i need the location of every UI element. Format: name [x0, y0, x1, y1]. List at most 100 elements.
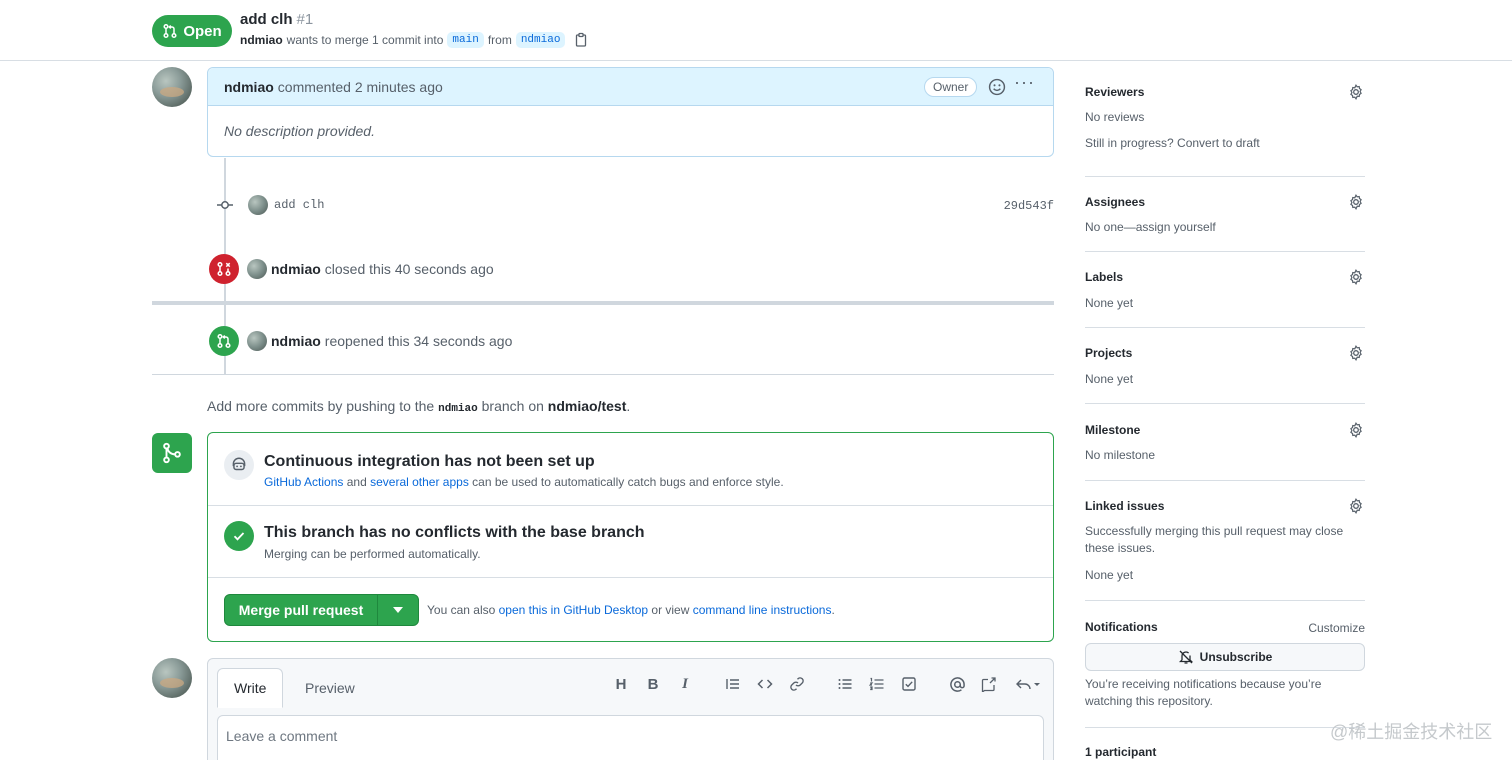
reopened-event-actor-link[interactable]: ndmiao [271, 333, 321, 349]
gear-icon[interactable] [1348, 194, 1364, 210]
link-icon[interactable] [787, 674, 807, 694]
comment-timestamp[interactable]: commented 2 minutes ago [278, 79, 443, 95]
sidebar-projects: Projects None yet [1085, 344, 1365, 404]
linked-issues-value: None yet [1085, 568, 1134, 582]
git-pull-request-icon [217, 333, 231, 349]
reviewers-title: Reviewers [1085, 85, 1145, 99]
merge-hint-prefix: You can also [427, 603, 496, 617]
git-merge-icon [152, 433, 192, 473]
gear-icon[interactable] [1348, 269, 1364, 285]
sidebar-notifications: Notifications Customize Unsubscribe You’… [1085, 618, 1365, 728]
git-commit-icon [216, 196, 234, 214]
assign-yourself-link[interactable]: No one—assign yourself [1085, 219, 1216, 236]
italic-icon[interactable]: I [675, 674, 695, 694]
commit-author-avatar[interactable] [248, 195, 268, 215]
assignees-title: Assignees [1085, 195, 1146, 209]
kebab-horizontal-icon[interactable]: ··· [1014, 72, 1035, 93]
sidebar-reviewers: Reviewers No reviews Still in progress? … [1085, 83, 1365, 177]
quote-icon[interactable] [723, 674, 743, 694]
sidebar-assignees: Assignees No one—assign yourself [1085, 193, 1365, 252]
pr-title: add clh #1 [240, 11, 313, 28]
unordered-list-icon[interactable] [835, 674, 855, 694]
push-note-suffix: . [626, 398, 631, 414]
comment-author-link[interactable]: ndmiao [224, 79, 274, 95]
unsubscribe-label: Unsubscribe [1199, 650, 1273, 664]
mention-icon[interactable] [947, 674, 967, 694]
heading-icon[interactable]: H [611, 674, 631, 694]
commit-message-link[interactable]: add clh [274, 198, 324, 212]
comment-header: ndmiao commented 2 minutes ago Owner ··· [208, 68, 1053, 106]
pr-state-badge: Open [152, 15, 232, 47]
pr-title-text: add clh [240, 11, 293, 28]
ordered-list-icon[interactable] [867, 674, 887, 694]
cross-reference-icon[interactable] [979, 674, 999, 694]
gear-icon[interactable] [1348, 422, 1364, 438]
event-actor-avatar[interactable] [247, 331, 267, 351]
convert-to-draft-link[interactable]: Still in progress? Convert to draft [1085, 135, 1260, 152]
sidebar-milestone: Milestone No milestone [1085, 421, 1365, 481]
customize-link[interactable]: Customize [1308, 620, 1365, 637]
push-note-prefix: Add more commits by pushing to the [207, 398, 435, 414]
code-icon[interactable] [755, 674, 775, 694]
merge-pull-request-button[interactable]: Merge pull request [225, 595, 378, 625]
timeline-divider [152, 301, 1054, 305]
merge-box: Continuous integration has not been set … [207, 432, 1054, 642]
milestone-value: No milestone [1085, 448, 1156, 462]
push-note-middle: branch on [481, 398, 544, 414]
smiley-icon[interactable] [988, 78, 1006, 96]
reply-icon[interactable] [1013, 674, 1043, 694]
sidebar-participants: 1 participant [1085, 744, 1365, 760]
projects-title: Projects [1085, 346, 1133, 360]
other-apps-link[interactable]: several other apps [370, 475, 469, 489]
avatar[interactable] [152, 658, 192, 698]
pr-number: #1 [296, 11, 314, 28]
projects-value: None yet [1085, 372, 1134, 386]
pr-author-link[interactable]: ndmiao [240, 33, 283, 47]
reopened-event-text: reopened this 34 seconds ago [324, 333, 513, 349]
repo-link[interactable]: ndmiao/test [548, 398, 627, 414]
push-note: Add more commits by pushing to the ndmia… [207, 398, 630, 415]
tab-preview[interactable]: Preview [289, 668, 371, 708]
closed-event-actor-link[interactable]: ndmiao [271, 261, 321, 277]
tasklist-icon[interactable] [899, 674, 919, 694]
push-note-branch: ndmiao [438, 403, 478, 415]
command-line-instructions-link[interactable]: command line instructions [693, 603, 832, 617]
sidebar-linked-issues: Linked issues Successfully merging this … [1085, 497, 1365, 601]
head-branch-tag[interactable]: ndmiao [515, 32, 566, 48]
open-in-desktop-link[interactable]: open this in GitHub Desktop [499, 603, 648, 617]
labels-title: Labels [1085, 270, 1124, 284]
closed-event-text: closed this 40 seconds ago [324, 261, 494, 277]
gear-icon[interactable] [1348, 498, 1364, 514]
merge-options-dropdown[interactable] [378, 595, 418, 625]
pr-state-label: Open [183, 22, 222, 40]
copy-icon[interactable] [573, 32, 589, 48]
sidebar-labels: Labels None yet [1085, 268, 1365, 328]
gear-icon[interactable] [1348, 345, 1364, 361]
commit-row: add clh 29d543f [216, 194, 1054, 216]
bell-slash-icon [1178, 650, 1193, 664]
closed-event-badge [209, 254, 239, 284]
github-actions-link[interactable]: GitHub Actions [264, 475, 343, 489]
notifications-title: Notifications [1085, 620, 1158, 634]
ci-subtext: GitHub Actions and several other apps ca… [264, 475, 784, 489]
commit-sha-link[interactable]: 29d543f [1004, 199, 1054, 213]
event-actor-avatar[interactable] [247, 259, 267, 279]
merge-button-group: Merge pull request [224, 594, 419, 626]
comment-composer: Write Preview H B I Leave a comment [207, 658, 1054, 760]
ci-rest-text: can be used to automatically catch bugs … [472, 475, 784, 489]
bold-icon[interactable]: B [643, 674, 663, 694]
git-pull-request-closed-icon [217, 261, 231, 277]
tab-write[interactable]: Write [217, 668, 284, 708]
unsubscribe-button[interactable]: Unsubscribe [1085, 643, 1365, 671]
comment-textarea[interactable]: Leave a comment [217, 715, 1044, 760]
conflict-section: This branch has no conflicts with the ba… [208, 506, 1053, 578]
ci-title: Continuous integration has not been set … [264, 453, 595, 470]
avatar[interactable] [152, 67, 192, 107]
gear-icon[interactable] [1348, 84, 1364, 100]
participants-title: 1 participant [1085, 745, 1157, 759]
milestone-title: Milestone [1085, 423, 1141, 437]
pr-description-comment: ndmiao commented 2 minutes ago Owner ···… [207, 67, 1054, 157]
base-branch-tag[interactable]: main [447, 32, 484, 48]
reopened-event: ndmiao reopened this 34 seconds ago [209, 326, 512, 356]
pr-meta-text: wants to merge 1 commit into [286, 33, 444, 47]
